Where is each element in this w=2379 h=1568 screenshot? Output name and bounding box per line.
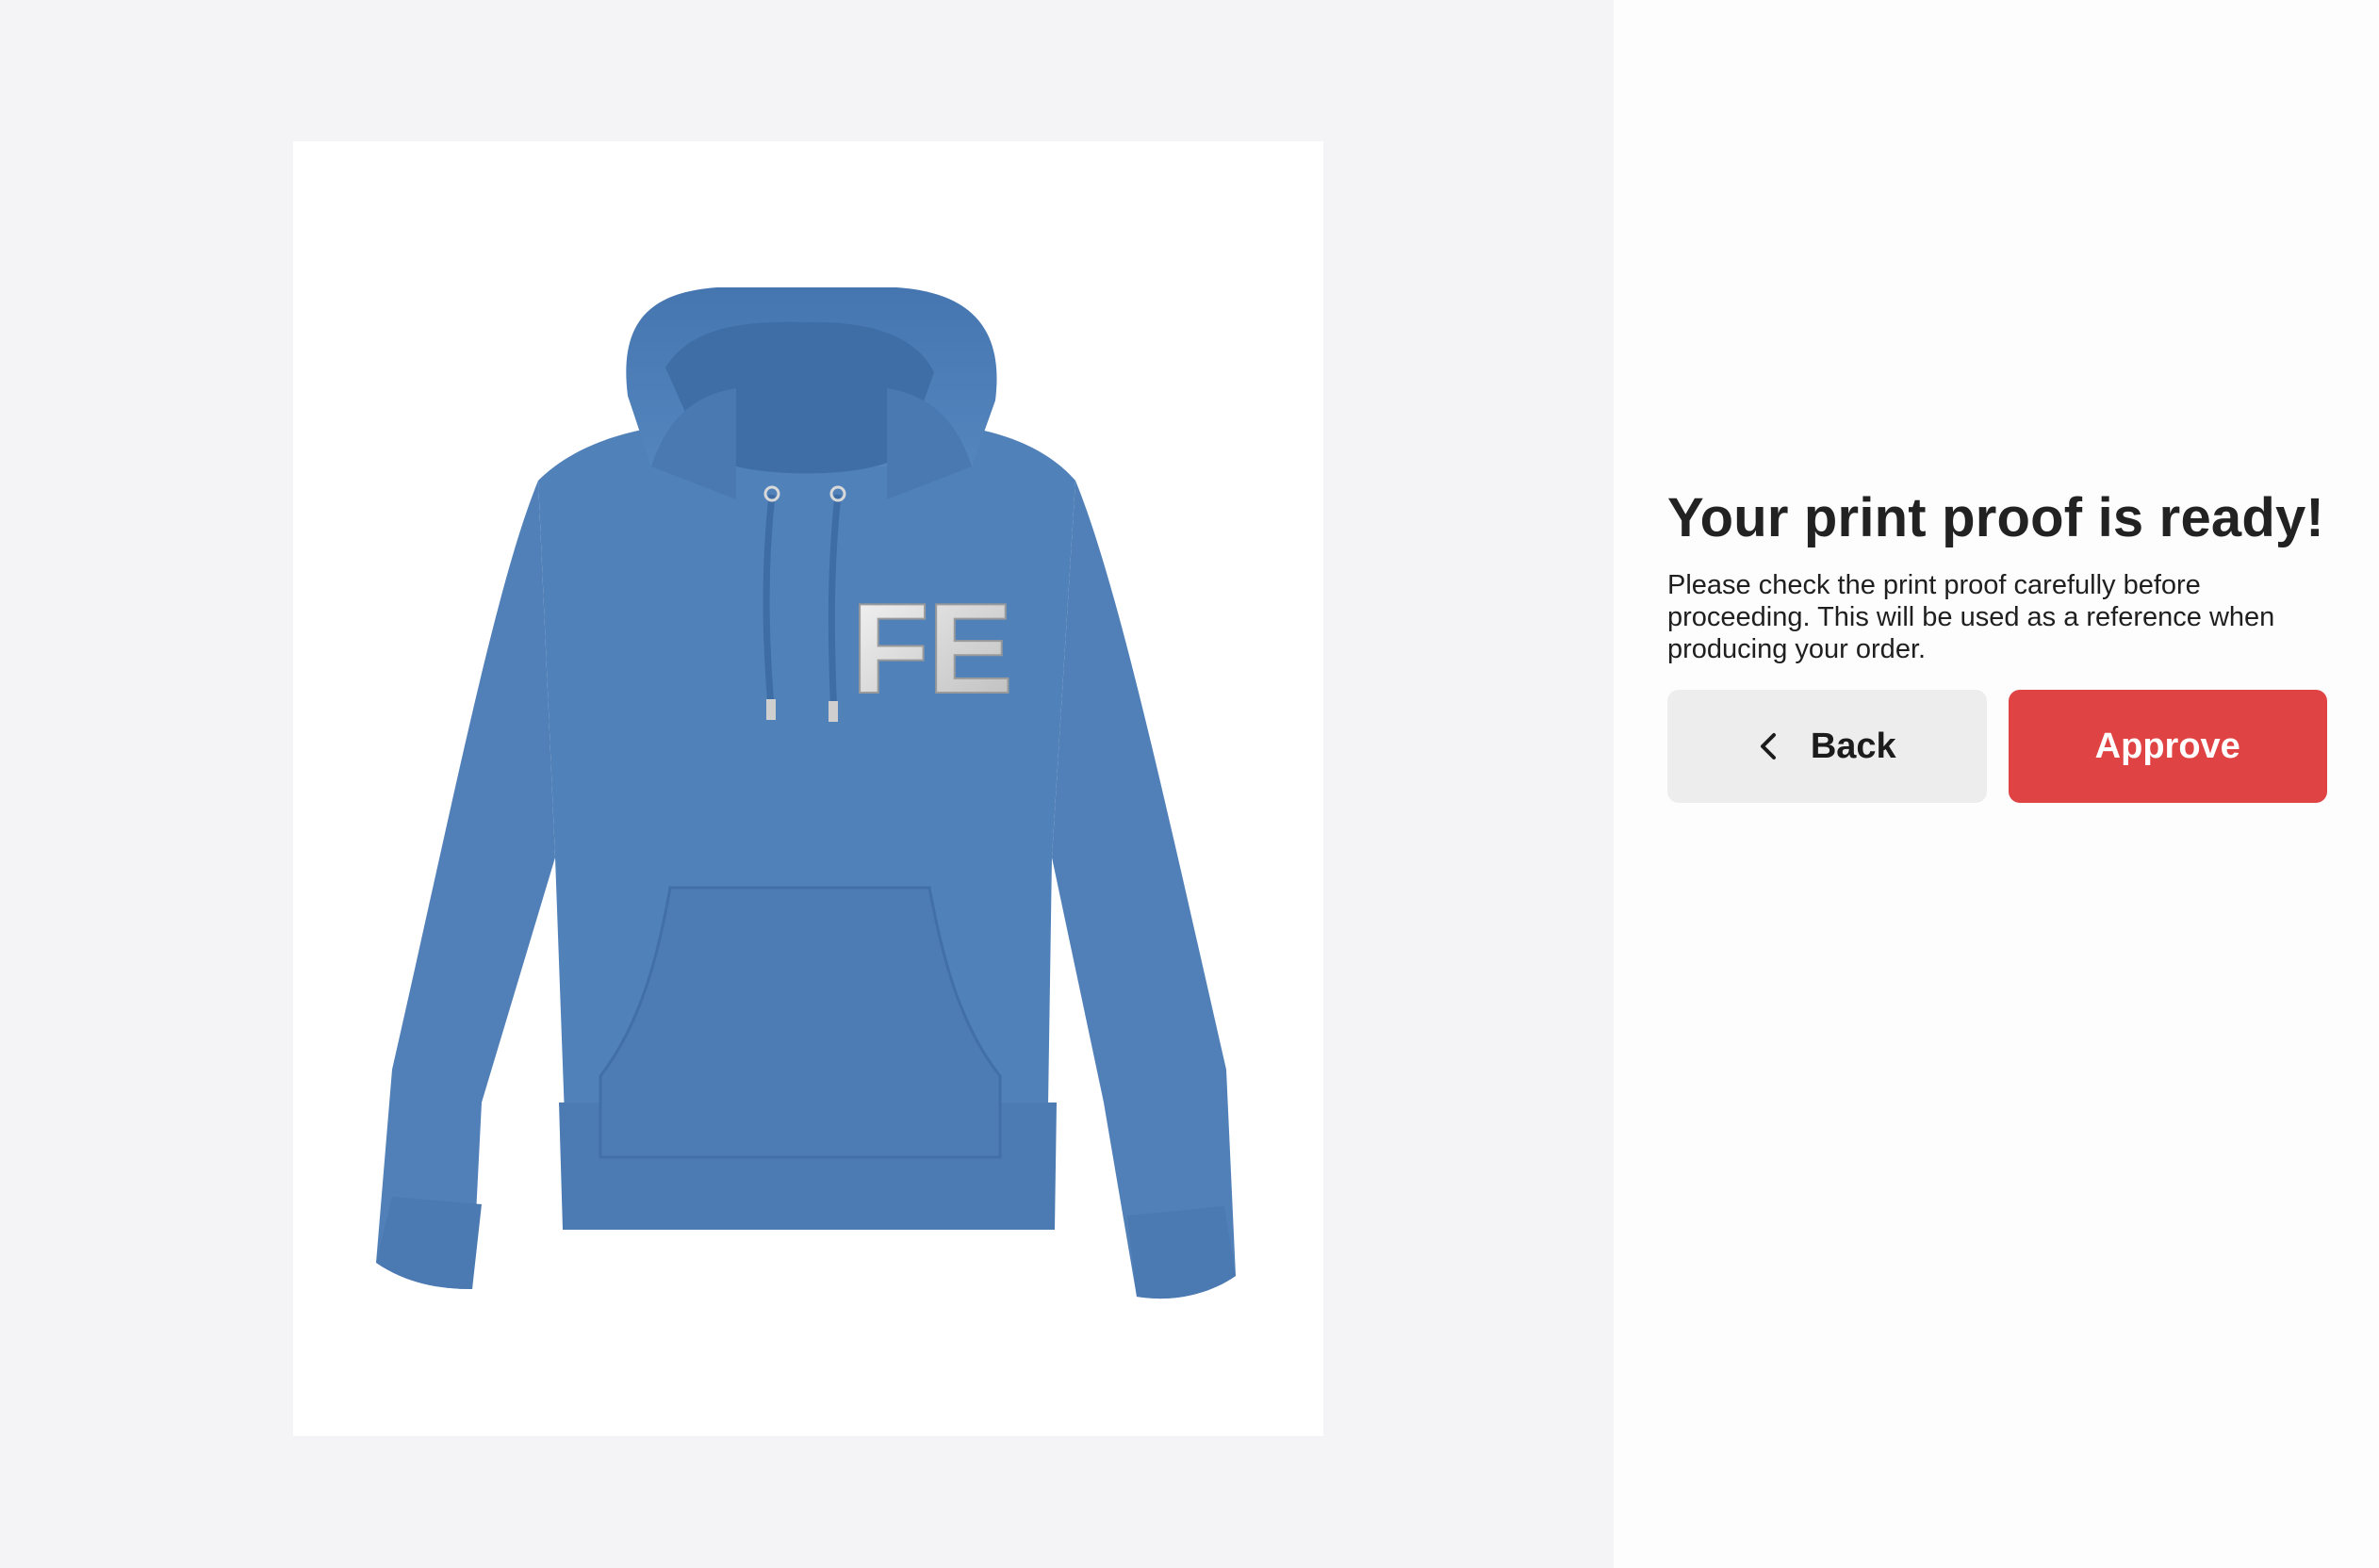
proof-image: FE <box>293 141 1323 1436</box>
approve-button[interactable]: Approve <box>2008 690 2327 803</box>
chevron-left-icon <box>1760 733 1776 760</box>
hoodie-illustration: FE <box>376 287 1236 1299</box>
proof-info-panel: Your print proof is ready! Please check … <box>1614 0 2379 1568</box>
proof-preview-panel: FE <box>0 0 1614 1568</box>
back-button[interactable]: Back <box>1667 690 1987 803</box>
print-proof-page: FE Your print proof is ready! Please che… <box>0 0 2379 1568</box>
proof-description: Please check the print proof carefully b… <box>1667 570 2275 664</box>
proof-info-content: Your print proof is ready! Please check … <box>1667 484 2327 803</box>
back-button-label: Back <box>1810 726 1896 766</box>
action-buttons: Back Approve <box>1667 690 2327 803</box>
print-design: FE <box>851 577 1011 720</box>
left-sleeve <box>376 481 555 1289</box>
right-sleeve <box>1052 481 1236 1299</box>
page-title: Your print proof is ready! <box>1667 487 2324 548</box>
approve-button-label: Approve <box>2094 726 2240 766</box>
